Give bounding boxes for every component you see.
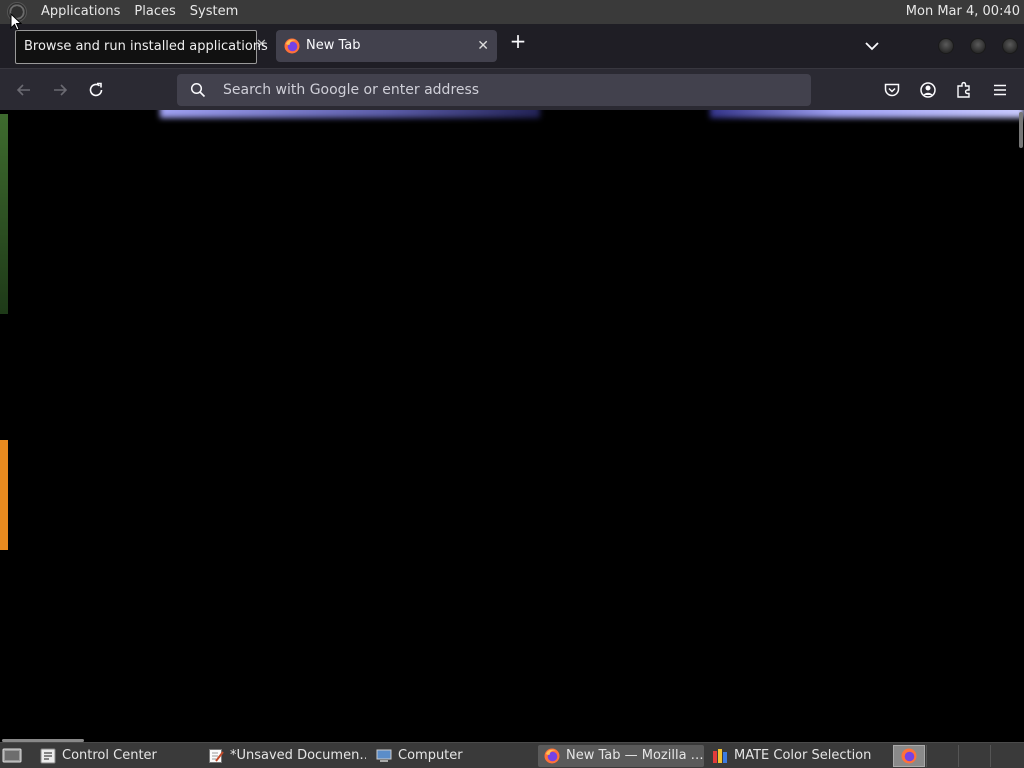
chevron-down-icon[interactable] bbox=[862, 36, 882, 56]
control-center-icon bbox=[40, 748, 56, 764]
navigation-toolbar bbox=[0, 68, 1024, 110]
vertical-scrollbar[interactable] bbox=[1019, 112, 1023, 148]
firefox-icon bbox=[901, 748, 917, 764]
workspace-2[interactable] bbox=[926, 745, 958, 767]
task-label: *Unsaved Documen… bbox=[230, 748, 366, 763]
reload-icon[interactable] bbox=[86, 80, 106, 100]
workspace-switcher[interactable] bbox=[893, 745, 925, 767]
tab-title: New Tab bbox=[306, 38, 361, 53]
account-icon[interactable] bbox=[918, 80, 938, 100]
show-desktop-icon[interactable] bbox=[2, 747, 22, 765]
tab-new-tab[interactable]: New Tab ✕ bbox=[276, 30, 497, 62]
task-label: New Tab — Mozilla … bbox=[566, 748, 704, 763]
places-menu[interactable]: Places bbox=[127, 0, 182, 24]
search-icon bbox=[190, 82, 206, 98]
firefox-icon bbox=[544, 748, 560, 764]
firefox-icon bbox=[284, 38, 300, 54]
task-control-center[interactable]: Control Center bbox=[34, 745, 194, 767]
desktop-edge bbox=[0, 114, 8, 314]
extensions-icon[interactable] bbox=[954, 80, 974, 100]
search-input[interactable] bbox=[221, 74, 781, 106]
applications-menu[interactable]: Applications bbox=[34, 0, 127, 24]
task-text-editor[interactable]: *Unsaved Documen… bbox=[202, 745, 366, 767]
task-computer[interactable]: Computer bbox=[370, 745, 530, 767]
computer-icon bbox=[376, 749, 392, 762]
desktop-edge bbox=[0, 440, 8, 550]
system-menu[interactable]: System bbox=[183, 0, 245, 24]
background-glow bbox=[160, 110, 540, 118]
task-firefox[interactable]: New Tab — Mozilla … bbox=[538, 745, 704, 767]
text-editor-icon bbox=[209, 749, 224, 763]
task-color-selection[interactable]: MATE Color Selection bbox=[706, 745, 886, 767]
close-window-button[interactable] bbox=[1002, 38, 1018, 54]
task-label: MATE Color Selection bbox=[734, 748, 872, 763]
new-tab-button[interactable]: + bbox=[506, 30, 530, 54]
maximize-button[interactable] bbox=[970, 38, 986, 54]
back-icon[interactable] bbox=[14, 80, 34, 100]
taskbar: Control Center *Unsaved Documen… Compute… bbox=[0, 742, 1024, 768]
color-selection-icon bbox=[713, 749, 727, 763]
forward-icon[interactable] bbox=[50, 80, 70, 100]
minimize-button[interactable] bbox=[938, 38, 954, 54]
workspace-3[interactable] bbox=[958, 745, 990, 767]
mouse-cursor-icon bbox=[10, 13, 22, 31]
address-bar[interactable] bbox=[177, 74, 811, 106]
background-glow bbox=[710, 110, 1024, 118]
pocket-icon[interactable] bbox=[882, 80, 902, 100]
tab-close-icon[interactable]: ✕ bbox=[477, 30, 489, 62]
menu-icon[interactable] bbox=[990, 80, 1010, 100]
page-content[interactable] bbox=[0, 110, 1024, 742]
top-panel: Applications Places System Mon Mar 4, 00… bbox=[0, 0, 1024, 24]
task-label: Control Center bbox=[62, 748, 157, 763]
applications-tooltip: Browse and run installed applications bbox=[15, 30, 268, 64]
workspace-4[interactable] bbox=[990, 745, 1022, 767]
task-label: Computer bbox=[398, 748, 463, 763]
clock[interactable]: Mon Mar 4, 00:40 bbox=[906, 0, 1020, 24]
